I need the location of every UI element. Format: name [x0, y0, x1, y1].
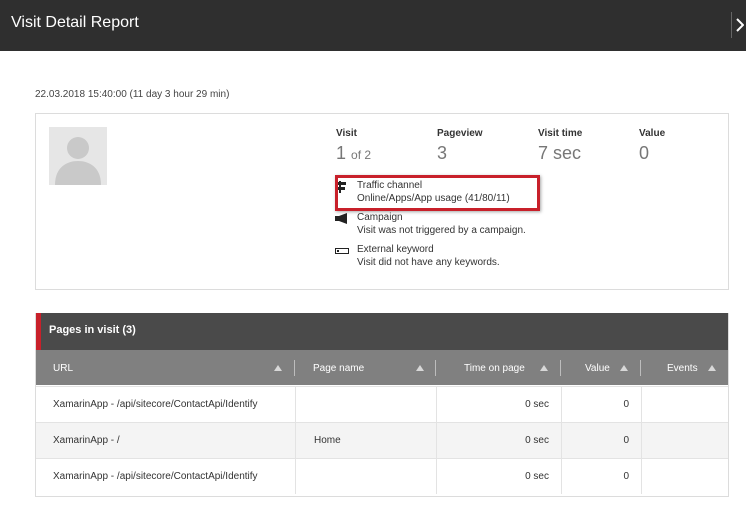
cell-url-text: XamarinApp - /	[53, 435, 120, 446]
cell-url: XamarinApp - /	[36, 423, 295, 458]
external-keyword-info: External keyword Visit did not have any …	[335, 244, 545, 274]
cell-time-on-page: 0 sec	[436, 387, 561, 422]
stat-visit-of: of 2	[351, 148, 372, 162]
cell-time-on-page-text: 0 sec	[525, 435, 549, 446]
column-header-value[interactable]: Value	[561, 350, 641, 385]
table-row[interactable]: XamarinApp - / Home 0 sec 0	[36, 422, 728, 458]
cell-page-name: Home	[295, 423, 436, 458]
stat-visit-label: Visit	[336, 128, 357, 139]
cell-value-text: 0	[623, 399, 629, 410]
stat-visit-number: 1	[336, 143, 347, 163]
cell-url-text: XamarinApp - /api/sitecore/ContactApi/Id…	[53, 471, 258, 482]
traffic-channel-highlight	[335, 175, 540, 211]
sort-up-icon[interactable]	[416, 365, 424, 371]
column-header-events[interactable]: Events	[641, 350, 728, 385]
stat-visit-time: Visit time 7 sec	[538, 128, 582, 164]
column-header-time-on-page-label: Time on page	[464, 363, 525, 374]
cell-page-name	[295, 387, 436, 422]
external-keyword-title: External keyword	[357, 244, 434, 255]
pages-table-header: URL Page name Time on page Value Events	[36, 350, 728, 385]
column-header-value-label: Value	[585, 363, 610, 374]
cell-time-on-page-text: 0 sec	[525, 471, 549, 482]
cell-page-name-text: Home	[314, 435, 341, 446]
cell-url-text: XamarinApp - /api/sitecore/ContactApi/Id…	[53, 399, 258, 410]
cell-value: 0	[561, 459, 641, 494]
campaign-info: Campaign Visit was not triggered by a ca…	[335, 212, 545, 242]
textbox-icon	[335, 248, 349, 254]
cell-value-text: 0	[623, 471, 629, 482]
column-header-events-label: Events	[667, 363, 698, 374]
window-titlebar: Visit Detail Report	[0, 0, 746, 51]
campaign-detail: Visit was not triggered by a campaign.	[357, 225, 526, 236]
cell-value: 0	[561, 387, 641, 422]
pages-panel-title: Pages in visit (3)	[49, 324, 136, 336]
megaphone-icon	[335, 213, 347, 224]
column-header-page-name-label: Page name	[313, 363, 365, 374]
sort-up-icon[interactable]	[274, 365, 282, 371]
cell-events	[641, 387, 728, 422]
stat-visit-time-value: 7 sec	[538, 143, 582, 163]
cell-events	[641, 459, 728, 494]
column-header-url-label: URL	[53, 363, 74, 374]
pages-panel-header: Pages in visit (3)	[36, 313, 728, 350]
cell-page-name	[295, 459, 436, 494]
stat-visit-time-label: Visit time	[538, 128, 583, 139]
cell-value-text: 0	[623, 435, 629, 446]
cell-events	[641, 423, 728, 458]
table-row[interactable]: XamarinApp - /api/sitecore/ContactApi/Id…	[36, 458, 728, 494]
stat-visit: Visit 1 of 2	[336, 128, 371, 164]
column-header-time-on-page[interactable]: Time on page	[436, 350, 561, 385]
cell-time-on-page: 0 sec	[436, 459, 561, 494]
sort-up-icon[interactable]	[708, 365, 716, 371]
cell-time-on-page: 0 sec	[436, 423, 561, 458]
cell-value: 0	[561, 423, 641, 458]
cell-url: XamarinApp - /api/sitecore/ContactApi/Id…	[36, 387, 295, 422]
stat-pageview-label: Pageview	[437, 128, 483, 139]
campaign-title: Campaign	[357, 212, 403, 223]
stat-value-label: Value	[639, 128, 666, 139]
stat-value: Value 0	[639, 128, 665, 164]
sort-up-icon[interactable]	[540, 365, 548, 371]
user-placeholder-icon	[49, 127, 107, 185]
sort-up-icon[interactable]	[620, 365, 628, 371]
stat-visit-value: 1 of 2	[336, 143, 371, 164]
avatar	[49, 127, 107, 185]
stat-pageview: Pageview 3	[437, 128, 483, 164]
pages-in-visit-panel: Pages in visit (3) URL Page name Time on…	[35, 313, 729, 497]
external-keyword-detail: Visit did not have any keywords.	[357, 257, 500, 268]
cell-url: XamarinApp - /api/sitecore/ContactApi/Id…	[36, 459, 295, 494]
stat-value-value: 0	[639, 143, 650, 163]
column-header-url[interactable]: URL	[36, 350, 295, 385]
stat-pageview-value: 3	[437, 143, 448, 163]
table-row[interactable]: XamarinApp - /api/sitecore/ContactApi/Id…	[36, 386, 728, 422]
visit-stats: Visit 1 of 2 Pageview 3 Visit time 7 sec…	[336, 128, 716, 168]
visit-datetime: 22.03.2018 15:40:00 (11 day 3 hour 29 mi…	[35, 89, 230, 100]
close-button[interactable]	[731, 12, 746, 38]
chevron-right-icon	[736, 18, 744, 32]
column-header-page-name[interactable]: Page name	[295, 350, 436, 385]
window-title: Visit Detail Report	[11, 14, 139, 31]
cell-time-on-page-text: 0 sec	[525, 399, 549, 410]
